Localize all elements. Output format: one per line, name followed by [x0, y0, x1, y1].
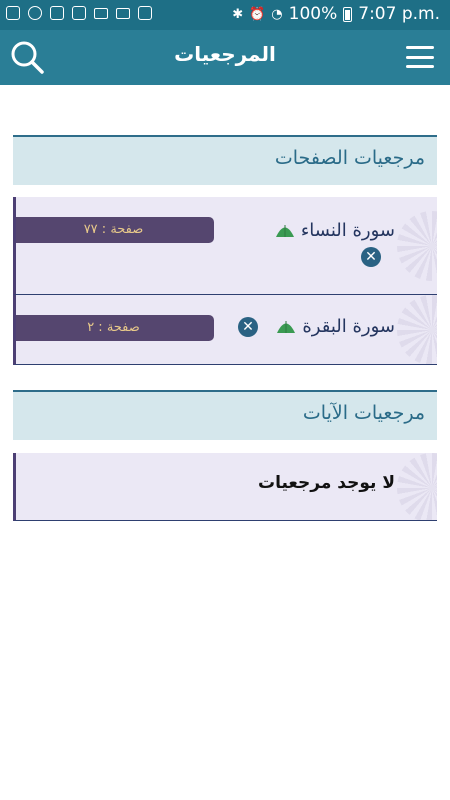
- battery-percent: 100%: [288, 4, 338, 24]
- surah-label: سورة البقرة: [302, 316, 395, 337]
- app-bar: المرجعيات: [0, 30, 450, 85]
- hamburger-icon-line: [406, 55, 434, 59]
- remove-bookmark-button[interactable]: ✕: [238, 317, 258, 337]
- app-notification-icon: [50, 6, 64, 20]
- bluetooth-icon: ✱: [232, 6, 244, 22]
- empty-state-card: لا يوجد مرجعيات: [13, 453, 437, 521]
- gmail-icon: [94, 7, 108, 19]
- empty-state-text: لا يوجد مرجعيات: [258, 473, 395, 493]
- notification-icons: [6, 6, 152, 20]
- ornament-icon: [397, 295, 437, 364]
- gallery-icon: [6, 6, 20, 20]
- section-title: مرجعيات الآيات: [302, 402, 425, 424]
- surah-label: سورة النساء: [300, 220, 395, 241]
- verses-section-header: مرجعيات الآيات: [13, 390, 437, 440]
- alarm-icon: ⏰: [249, 6, 266, 22]
- page-title: المرجعيات: [174, 42, 276, 66]
- page-badge[interactable]: صفحة : ٧٧: [16, 217, 214, 243]
- ornament-icon: [397, 211, 437, 281]
- surah-name: سورة النساء: [275, 220, 395, 241]
- bookmark-item[interactable]: صفحة : ٢ سورة البقرة ✕: [13, 295, 437, 365]
- dome-icon: [277, 320, 296, 333]
- surah-name: سورة البقرة: [276, 316, 395, 337]
- dome-icon: [275, 224, 294, 237]
- status-bar: ✱ ⏰ ◔ 100% 7:07 p.m.: [0, 0, 450, 30]
- bookmark-item[interactable]: صفحة : ٧٧ سورة النساء ✕: [13, 197, 437, 295]
- download-icon: [138, 6, 152, 20]
- pages-section-header: مرجعيات الصفحات: [13, 135, 437, 185]
- menu-button[interactable]: [406, 46, 434, 68]
- hamburger-icon-line: [406, 65, 434, 68]
- clock: 7:07 p.m.: [358, 4, 440, 24]
- hamburger-icon-line: [406, 46, 434, 49]
- ornament-icon: [397, 453, 437, 520]
- remove-bookmark-button[interactable]: ✕: [361, 247, 381, 267]
- battery-icon: [343, 6, 353, 22]
- section-title: مرجعيات الصفحات: [274, 147, 425, 169]
- page-badge[interactable]: صفحة : ٢: [16, 315, 214, 341]
- system-icons: ✱ ⏰ ◔ 100% 7:07 p.m.: [232, 4, 440, 24]
- gmail-icon-2: [116, 7, 130, 19]
- app-notification-icon-2: [72, 6, 86, 20]
- whatsapp-icon: [28, 6, 42, 20]
- wifi-icon: ◔: [271, 6, 283, 22]
